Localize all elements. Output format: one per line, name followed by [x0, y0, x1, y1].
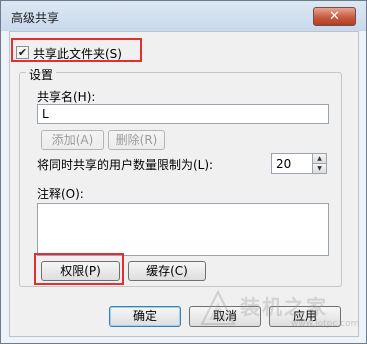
permissions-highlight-box	[34, 253, 124, 285]
user-limit-stepper: 20 ▲ ▼	[271, 153, 327, 174]
close-button[interactable]: ✕	[313, 7, 356, 26]
watermark-logo-icon	[200, 290, 236, 325]
window-title: 高级共享	[11, 11, 60, 25]
user-limit-label: 将同时共享的用户数量限制为(L):	[37, 158, 214, 172]
share-name-input[interactable]: L	[37, 104, 329, 124]
watermark-text: 装机之家	[240, 295, 328, 319]
share-folder-highlight-box	[11, 38, 142, 62]
watermark: 装机之家 www.lotpc.com	[196, 290, 366, 340]
comment-label: 注释(O):	[37, 187, 84, 201]
user-limit-input[interactable]: 20	[271, 153, 313, 174]
remove-share-button[interactable]: 删除(R)	[108, 130, 165, 150]
settings-group-label: 设置	[26, 66, 57, 83]
caching-button[interactable]: 缓存(C)	[128, 261, 206, 281]
comment-textarea[interactable]	[37, 203, 329, 256]
share-name-label: 共享名(H):	[37, 90, 96, 104]
close-icon: ✕	[329, 9, 340, 24]
arrow-down-icon: ▼	[317, 165, 322, 172]
ok-button[interactable]: 确定	[109, 306, 181, 327]
add-share-button[interactable]: 添加(A)	[41, 130, 104, 150]
title-bar[interactable]: 高级共享 ✕	[1, 1, 366, 31]
watermark-url: www.lotpc.com	[291, 319, 360, 329]
spin-down-button[interactable]: ▼	[312, 163, 327, 174]
arrow-up-icon: ▲	[317, 155, 322, 162]
